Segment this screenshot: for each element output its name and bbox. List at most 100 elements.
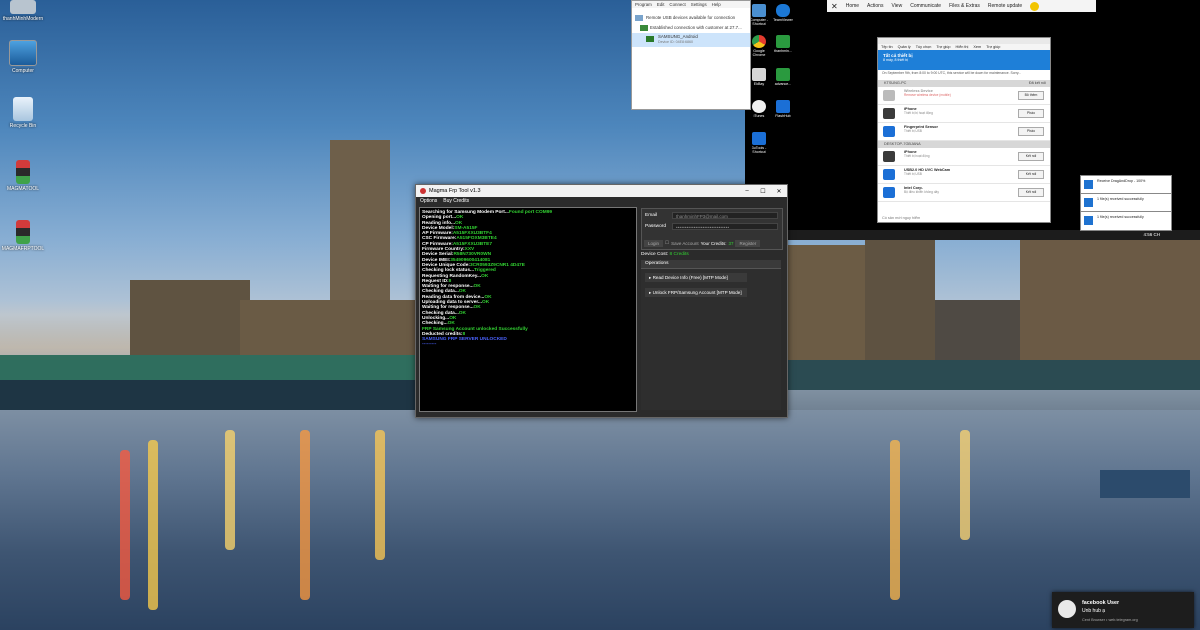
device-action-button[interactable]: Pháo (1018, 127, 1044, 136)
log-label: Requesting RandomKey... (422, 273, 482, 279)
operation-label: Unlock FRP/Samsung Account [MTP Mode] (652, 290, 742, 295)
log-value: OK (481, 300, 490, 306)
usb-device-row[interactable]: SAMSUNG_Android Device ID: 04E8:6860 (632, 33, 750, 47)
transfer-toast[interactable]: 1 file(s) received successfully (1080, 211, 1172, 231)
menu-connect[interactable]: Connect (669, 1, 685, 8)
desktop-icon-magmafrptool[interactable]: MAGMAFRPTOOL (0, 220, 46, 252)
transfer-toast[interactable]: Receive DragAndDrop - 100% (1080, 175, 1172, 195)
device-group-header[interactable]: DESKTOP-7GBJANA (878, 141, 1050, 148)
toolbar-remote-update[interactable]: Remote update (988, 3, 1022, 9)
register-button[interactable]: Register (735, 239, 761, 247)
log-value: Triggered (473, 268, 496, 274)
save-account-label: Save Account (671, 240, 699, 246)
usb-connection-row[interactable]: Established connection with customer at … (632, 23, 750, 33)
device-action-button[interactable]: Bỏ thêm (1018, 91, 1044, 100)
log-console: Searching for Samsung Modem Port...Found… (419, 207, 637, 412)
remote-icon-3utools[interactable]: 3uTools - Shortcut (748, 132, 770, 154)
all-devices-banner[interactable]: Tất cả thiết bị 8 máy, 8 thiết bị (878, 50, 1050, 70)
usb-menu: Program Edit Connect Settings Help (632, 1, 750, 8)
desktop-icon-computer[interactable]: Computer (0, 40, 46, 74)
app-icon (776, 35, 790, 48)
desktop-icon-recycle-bin[interactable]: Recycle Bin (0, 97, 46, 129)
device-row[interactable]: Fingerprint Sensor Thiết bị USB Pháo (878, 123, 1050, 141)
device-action-button[interactable]: Kết nối (1018, 170, 1044, 179)
remote-taskbar: 4:56 CH (745, 230, 1200, 240)
usb-row-label: Remote USB devices available for connect… (646, 15, 736, 20)
toolbar-actions[interactable]: Actions (867, 3, 883, 9)
menu-item[interactable]: Tùy chọn (916, 44, 932, 50)
operations-tab[interactable]: Operations (641, 260, 781, 269)
usb-row-label: Established connection with customer at … (650, 25, 742, 30)
remote-icon-ekbay[interactable]: EkBay (748, 68, 770, 86)
device-group-header[interactable]: KTSUNG-PC Đã kết nối (878, 80, 1050, 87)
menu-settings[interactable]: Settings (691, 1, 707, 8)
menu-item[interactable]: Trợ giúp (986, 44, 1000, 50)
menu-item[interactable]: Xem (973, 44, 981, 50)
connection-icon (640, 25, 648, 31)
device-action-button[interactable]: Kết nối (1018, 188, 1044, 197)
reflection-yellow (960, 430, 970, 540)
toolbar-home[interactable]: Home (846, 3, 859, 9)
notification-source: Cent Browser • web.telegram.org (1082, 618, 1138, 622)
toast-text: Receive DragAndDrop - 100% (1097, 179, 1146, 183)
password-field[interactable]: •••••••••••••••••••••••••••••• (672, 223, 778, 230)
menu-options[interactable]: Options (420, 198, 437, 204)
device-action-button[interactable]: Pháo (1018, 109, 1044, 118)
toolbar-files-extras[interactable]: Files & Extras (949, 3, 980, 9)
desktop-icon-magmatool[interactable]: MAGMATOOL (0, 160, 46, 192)
save-account-checkbox[interactable]: ☐ (665, 240, 669, 246)
chat-notification[interactable]: facebook User Unb hub ạ Cent Browser • w… (1052, 592, 1194, 628)
login-button[interactable]: Login (644, 239, 664, 247)
email-field[interactable]: thanhminhFP3@mail.com (672, 212, 778, 219)
transfer-toast[interactable]: 1 file(s) received successfully (1080, 193, 1172, 213)
remote-icon-teamviewer[interactable]: TeamViewer (772, 4, 794, 22)
log-value: 354909600414081 (450, 257, 491, 263)
toolbar-communicate[interactable]: Communicate (910, 3, 941, 9)
device-row[interactable]: iPhone Thiết bị bị hoạt động Pháo (878, 105, 1050, 123)
menu-buy-credits[interactable]: Buy Credits (443, 198, 469, 204)
menu-item[interactable]: Tệp tin (881, 44, 893, 50)
close-icon[interactable]: ✕ (831, 2, 838, 11)
usb-tree-root[interactable]: Remote USB devices available for connect… (632, 13, 750, 23)
device-row[interactable]: iPhone Thiết bị hoạt động Kết nối (878, 148, 1050, 166)
desktop-icon-thanhminh[interactable]: thanhMinhModern (0, 0, 46, 22)
operation-unlock-frp[interactable]: ▸ Unlock FRP/Samsung Account [MTP Mode] (645, 288, 747, 297)
phone-icon (883, 108, 895, 119)
menu-help[interactable]: Help (712, 1, 721, 8)
remote-icon-itunes[interactable]: iTunes (748, 100, 770, 118)
menu-edit[interactable]: Edit (657, 1, 665, 8)
app-icon (776, 68, 790, 81)
menu-item[interactable]: Quản lý (898, 44, 911, 50)
remote-icon-label: iTunes (753, 114, 765, 118)
bluetooth-icon (883, 187, 895, 198)
window-titlebar[interactable]: Magma Frp Tool v1.3 – ☐ ✕ (416, 185, 787, 197)
device-row[interactable]: USB2.0 HD UVC WebCam Thiết bị USB Kết nố… (878, 166, 1050, 184)
device-row[interactable]: Wireless Device Remove wireless device (… (878, 87, 1050, 105)
remote-icon-computer[interactable]: Computer - Shortcut (748, 4, 770, 26)
device-action-button[interactable]: Kết nối (1018, 152, 1044, 161)
remote-icon-thanhminh[interactable]: thanhmin... (772, 35, 794, 53)
toolbar-view[interactable]: View (891, 3, 902, 9)
close-icon[interactable]: ✕ (771, 188, 787, 195)
maximize-icon[interactable]: ☐ (755, 188, 771, 195)
magma-frp-tool-window: Magma Frp Tool v1.3 – ☐ ✕ Options Buy Cr… (415, 184, 788, 418)
device-cost-value: 8 Credits (669, 252, 689, 257)
westminster-bridge (0, 355, 420, 383)
device-row[interactable]: Intel Corp. Bộ điều khiển không dây Kết … (878, 184, 1050, 202)
desktop-icon-label: Computer (12, 68, 34, 74)
log-value: OK (447, 321, 455, 327)
toast-text: 1 file(s) received successfully (1097, 197, 1144, 201)
smiley-feedback-icon[interactable] (1030, 1, 1040, 11)
remote-icon-advance[interactable]: advance... (772, 68, 794, 86)
river-boat (1100, 470, 1190, 498)
operation-read-info[interactable]: ▸ Read Device Info (Free) [MTP Mode] (645, 273, 747, 282)
menu-program[interactable]: Program (635, 1, 652, 8)
remote-icon-chrome[interactable]: Google Chrome (748, 35, 770, 57)
remote-clock: 4:56 CH (1143, 232, 1160, 237)
notification-message: Unb hub ạ (1082, 608, 1106, 614)
menu-item[interactable]: Hiển thị (956, 44, 969, 50)
minimize-icon[interactable]: – (739, 188, 755, 195)
menu-item[interactable]: Trợ giúp (936, 44, 950, 50)
remote-icon-flashhub[interactable]: FlashHub (772, 100, 794, 118)
desktop-icon-label: MAGMAFRPTOOL (1, 246, 45, 252)
